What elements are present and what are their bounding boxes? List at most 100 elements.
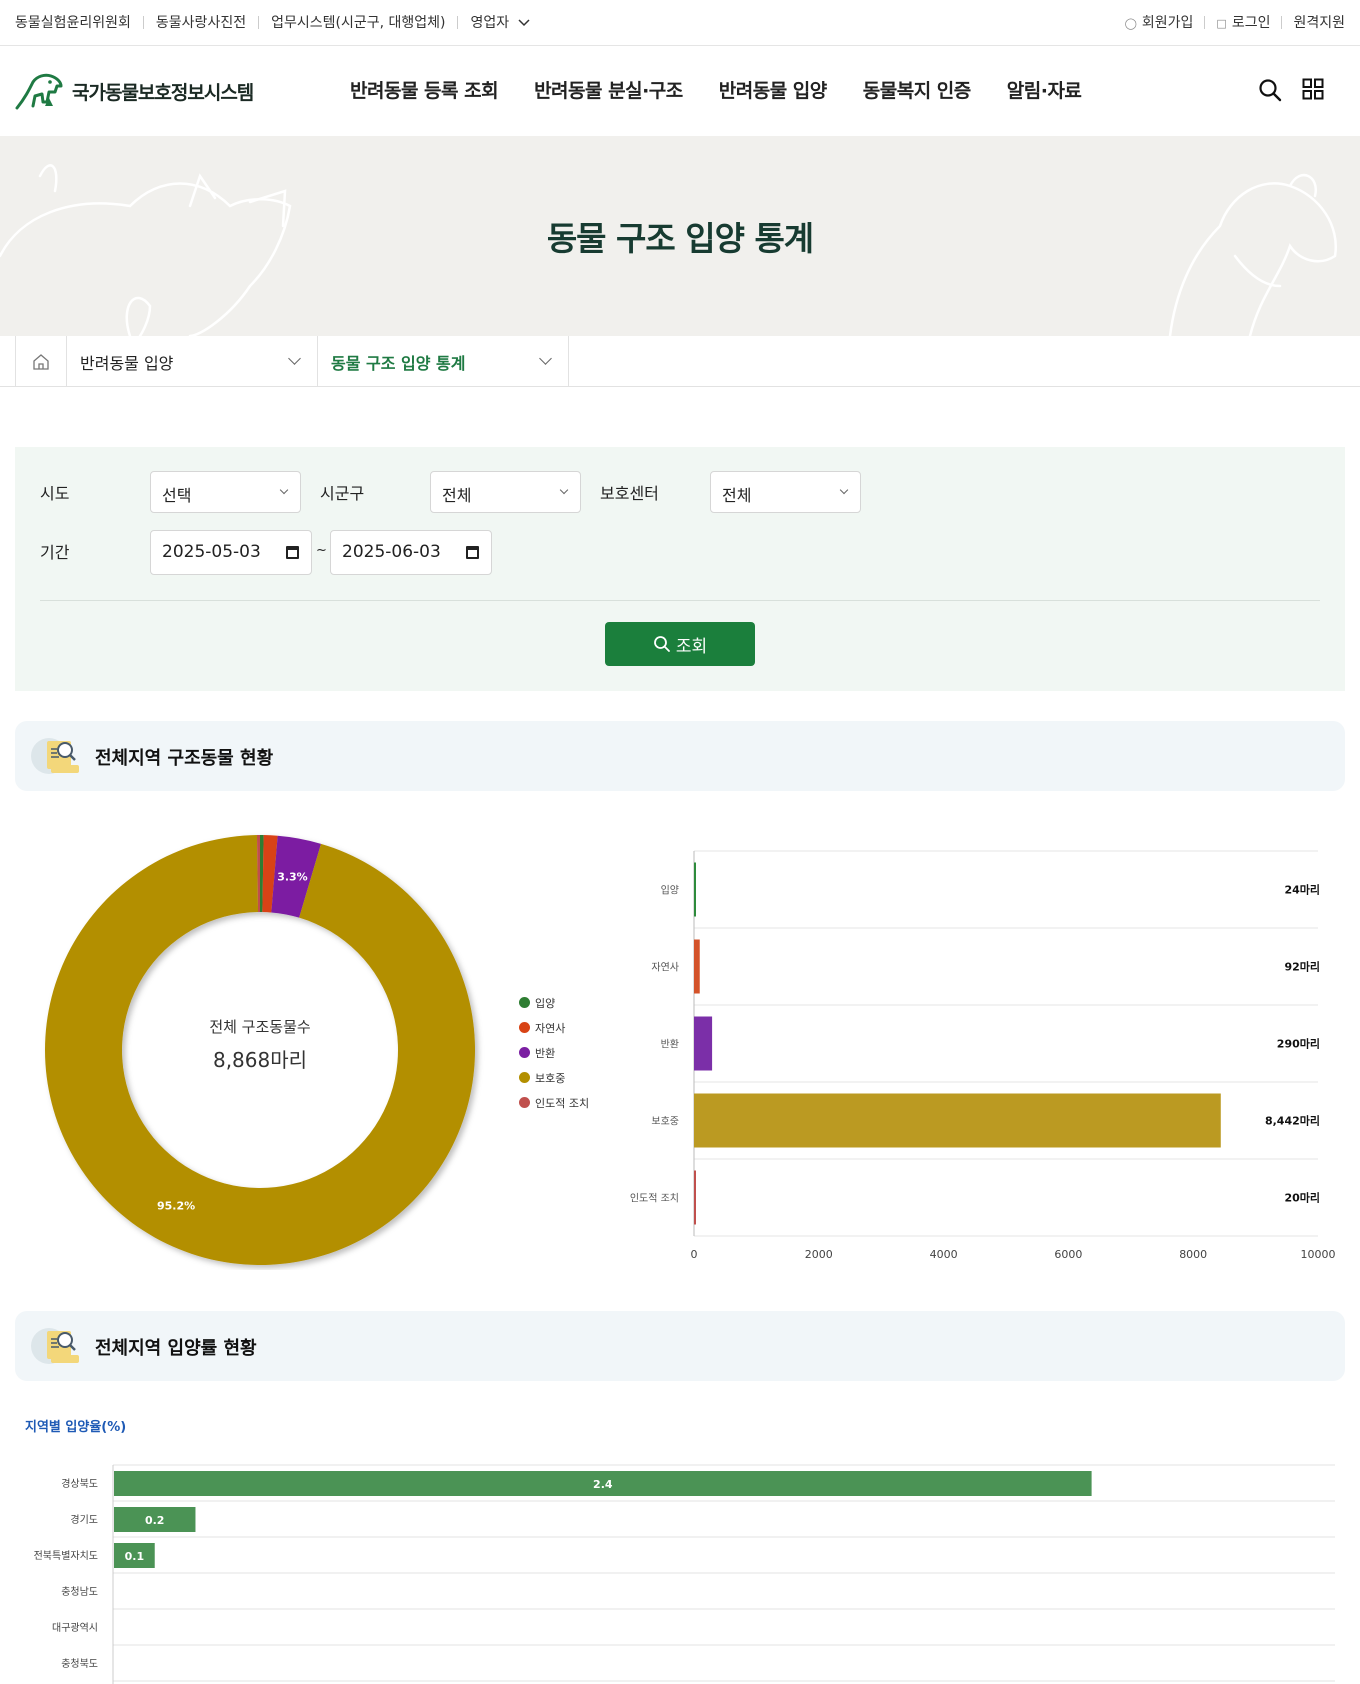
y-tick-label: 대구광역시: [52, 1622, 98, 1634]
chevron-down-icon: [518, 19, 530, 27]
legend-swatch: [519, 997, 530, 1008]
x-tick-label: 8000: [1179, 1248, 1207, 1261]
sitemap-grid-icon[interactable]: [1302, 78, 1324, 106]
link-animal-ethics[interactable]: 동물실험윤리위원회: [15, 12, 131, 32]
legend-item[interactable]: 인도적 조치: [519, 1090, 589, 1115]
legend-item[interactable]: 자연사: [519, 1015, 589, 1040]
link-work-system[interactable]: 업무시스템(시군구, 대행업체): [271, 12, 445, 32]
y-tick-label: 자연사: [651, 962, 679, 974]
bar[interactable]: [694, 939, 700, 994]
donut-center-label: 전체 구조동물수: [209, 1018, 310, 1036]
y-tick-label: 충청북도: [61, 1658, 98, 1670]
signup-label: 회원가입: [1141, 15, 1194, 31]
header-icons: [1238, 78, 1324, 106]
y-tick-label: 경상북도: [61, 1477, 98, 1490]
legend-swatch: [519, 1072, 530, 1083]
date-to-input[interactable]: 2025-06-03: [330, 530, 492, 575]
nav-adoption[interactable]: 반려동물 입양: [719, 76, 828, 103]
logo-text: 국가동물보호정보시스템: [72, 81, 254, 104]
chevron-down-icon: [559, 485, 569, 495]
period-label: 기간: [40, 543, 70, 562]
site-logo[interactable]: 국가동물보호정보시스템: [15, 72, 254, 110]
donut-slice-label: 3.3%: [277, 871, 308, 884]
y-tick-label: 전북특별자치도: [34, 1550, 98, 1562]
date-to-value: 2025-06-03: [342, 542, 441, 562]
x-tick-label: 0: [691, 1248, 698, 1261]
lock-icon: □: [1216, 17, 1227, 30]
calendar-icon[interactable]: [286, 546, 299, 559]
y-tick-label: 충청남도: [61, 1586, 98, 1598]
legend-label: 반환: [535, 1046, 556, 1060]
utility-bar: 동물실험윤리위원회 동물사랑사진전 업무시스템(시군구, 대행업체) 영업자 ◯…: [0, 0, 1360, 46]
bar-value-label: 20마리: [1284, 1191, 1320, 1205]
center-value: 전체: [722, 486, 752, 505]
signup-link[interactable]: ◯ 회원가입: [1125, 12, 1194, 32]
page-banner: 동물 구조 입양 통계: [0, 136, 1360, 336]
chevron-down-icon: [288, 352, 301, 365]
sigungu-value: 전체: [442, 486, 472, 505]
link-photo-contest[interactable]: 동물사랑사진전: [156, 12, 246, 32]
main-nav: 반려동물 등록 조회 반려동물 분실·구조 반려동물 입양 동물복지 인증 알림…: [350, 76, 1117, 103]
section-adoption-rate-header: 전체지역 입양률 현황: [15, 1311, 1345, 1381]
bar-value-label: 0.1: [125, 1550, 145, 1563]
bar[interactable]: [694, 1093, 1221, 1148]
sigungu-select[interactable]: 전체: [430, 471, 581, 513]
login-link[interactable]: □ 로그인: [1216, 12, 1270, 32]
date-separator: ~: [316, 543, 327, 558]
breadcrumb: 반려동물 입양 동물 구조 입양 통계: [0, 336, 1360, 387]
business-label: 영업자: [470, 15, 510, 31]
bar-value-label: 2.4: [593, 1478, 613, 1491]
bar[interactable]: [694, 1016, 713, 1071]
legend-item[interactable]: 보호중: [519, 1065, 589, 1090]
date-from-input[interactable]: 2025-05-03: [150, 530, 312, 575]
bar[interactable]: [694, 862, 696, 917]
nav-pet-registration[interactable]: 반려동물 등록 조회: [350, 76, 499, 103]
sido-label: 시도: [40, 484, 70, 503]
link-business[interactable]: 영업자: [470, 12, 530, 32]
nav-lost-rescue[interactable]: 반려동물 분실·구조: [534, 76, 683, 103]
bar-value-label: 24마리: [1284, 883, 1320, 897]
calendar-icon[interactable]: [466, 546, 479, 559]
legend-item[interactable]: 입양: [519, 990, 589, 1015]
breadcrumb-level1-dropdown[interactable]: 반려동물 입양: [67, 336, 318, 387]
legend-item[interactable]: 반환: [519, 1040, 589, 1065]
search-filter-panel: 시도 선택 시군구 전체 보호센터 전체 기간 2025-05-03 ~ 202…: [15, 447, 1345, 691]
donut-center-value: 8,868마리: [213, 1048, 307, 1072]
search-icon: [653, 636, 670, 652]
bar-value-label: 92마리: [1284, 960, 1320, 974]
search-button[interactable]: 조회: [605, 622, 755, 666]
login-label: 로그인: [1231, 15, 1271, 31]
divider: [40, 600, 1320, 601]
breadcrumb-level2-dropdown[interactable]: 동물 구조 입양 통계: [318, 336, 569, 387]
home-icon[interactable]: [15, 336, 67, 387]
divider: [258, 15, 260, 29]
nav-notice-data[interactable]: 알림·자료: [1007, 76, 1082, 103]
sido-value: 선택: [162, 486, 192, 505]
adoption-rate-bar-chart: 경상북도 2.4 경기도 0.2 전북특별자치도 0.1 충청남도대구광역시충청북도: [34, 1464, 1335, 1684]
chevron-down-icon: [539, 352, 552, 365]
donut-legend: 입양 자연사반환보호중인도적 조치: [519, 990, 589, 1115]
sido-select[interactable]: 선택: [150, 471, 301, 513]
page-title: 동물 구조 입양 통계: [546, 219, 814, 258]
utility-links: 동물실험윤리위원회 동물사랑사진전 업무시스템(시군구, 대행업체) 영업자: [15, 12, 530, 32]
legend-label: 보호중: [535, 1071, 566, 1085]
sigungu-label: 시군구: [320, 484, 365, 503]
section-title: 전체지역 입양률 현황: [95, 1338, 257, 1359]
breadcrumb-level2-label: 동물 구조 입양 통계: [331, 354, 466, 373]
nav-welfare-cert[interactable]: 동물복지 인증: [863, 76, 972, 103]
rescue-donut-chart: 3.3% 95.2% 전체 구조동물수 8,868마리: [44, 835, 476, 1265]
center-select[interactable]: 전체: [710, 471, 861, 513]
date-from-value: 2025-05-03: [162, 542, 261, 562]
logo-dog-icon: [15, 73, 63, 110]
document-search-icon: [31, 1328, 79, 1364]
section-title: 전체지역 구조동물 현황: [95, 748, 274, 769]
y-tick-label: 입양: [661, 884, 679, 897]
bar[interactable]: [694, 1170, 696, 1225]
divider: [457, 15, 459, 29]
legend-label: 인도적 조치: [535, 1096, 590, 1110]
donut-slice-label: 95.2%: [157, 1199, 195, 1212]
remote-support-link[interactable]: 원격지원: [1293, 12, 1345, 32]
search-icon[interactable]: [1258, 78, 1282, 106]
rescue-bar-chart: 입양 24마리자연사 92마리반환 290마리보호중 8,442마리인도적 조치 20마리…: [630, 850, 1336, 1261]
bar-value-label: 290마리: [1277, 1037, 1320, 1051]
